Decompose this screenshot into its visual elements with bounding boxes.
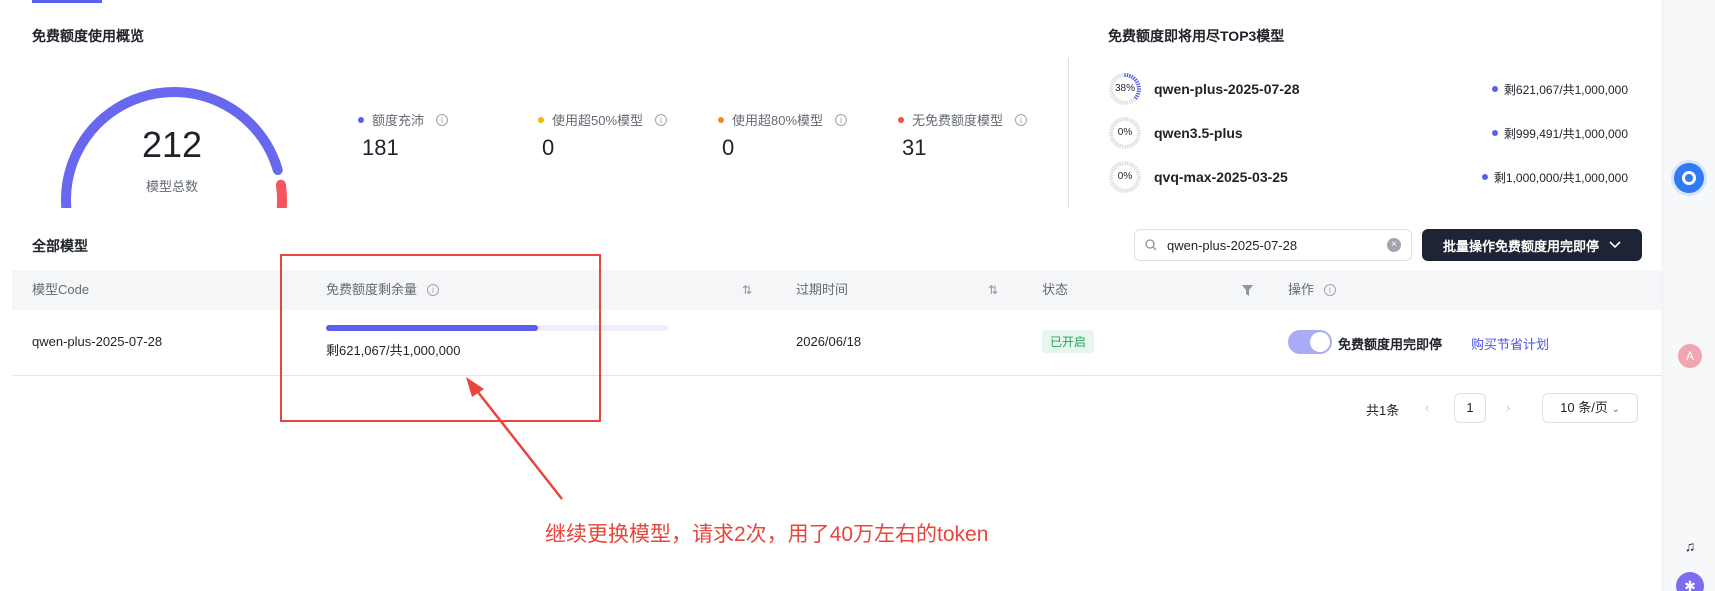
top3-model-name: qwen3.5-plus — [1154, 125, 1243, 141]
divider — [1068, 58, 1069, 208]
status-dot — [898, 116, 904, 123]
next-page-icon[interactable]: › — [1506, 400, 1510, 415]
usage-ring-icon: 38% — [1108, 72, 1142, 106]
buy-savings-plan-link[interactable]: 购买节省计划 — [1471, 334, 1549, 353]
batch-operation-label: 批量操作免费额度用完即停 — [1442, 238, 1599, 254]
filter-icon[interactable] — [1242, 270, 1253, 310]
annotation-text: 继续更换模型，请求2次，用了40万左右的token — [545, 523, 989, 546]
page-number[interactable]: 1 — [1454, 393, 1486, 423]
pagination-total: 共1条 — [1366, 403, 1400, 418]
chevron-down-icon — [1609, 241, 1621, 249]
total-models-value: 212 — [141, 124, 203, 165]
stat-ample: 额度充沛 i 181 — [358, 110, 528, 161]
search-input[interactable]: qwen-plus-2025-07-28 × — [1134, 229, 1412, 261]
usage-ring-icon: 0% — [1108, 116, 1142, 150]
active-tab-indicator — [32, 0, 102, 3]
sort-icon[interactable]: ⇅ — [988, 270, 998, 310]
stat-label: 使用超50%模型 — [552, 113, 644, 128]
column-header-expire: 过期时间 — [796, 282, 849, 297]
cell-expire-date: 2026/06/18 — [796, 334, 862, 349]
stat-over80: 使用超80%模型 i 0 — [718, 110, 888, 161]
sort-icon[interactable]: ⇅ — [742, 270, 752, 310]
info-icon[interactable]: i — [835, 113, 848, 126]
search-value: qwen-plus-2025-07-28 — [1167, 237, 1298, 253]
toggle-knob[interactable] — [1310, 332, 1330, 352]
status-dot — [358, 116, 364, 123]
stat-no-quota: 无免费额度模型 i 31 — [898, 110, 1068, 161]
status-dot — [718, 116, 724, 123]
stat-label: 使用超80%模型 — [732, 113, 824, 128]
annotation-arrow-icon — [466, 377, 563, 500]
top3-model-name: qwen-plus-2025-07-28 — [1154, 81, 1300, 97]
stat-value: 0 — [542, 135, 555, 160]
status-dot — [538, 116, 544, 123]
top3-item[interactable]: 0% qwen3.5-plus 剩999,491/共1,000,000 — [1108, 116, 1628, 150]
status-badge: 已开启 — [1042, 330, 1095, 353]
column-header-status: 状态 — [1042, 282, 1069, 297]
assistant-icon[interactable] — [1674, 163, 1704, 193]
page-size-select[interactable]: 10 条/页 ⌄ — [1542, 393, 1638, 423]
clear-icon[interactable]: × — [1387, 238, 1401, 252]
top3-remain: 剩999,491/共1,000,000 — [1491, 125, 1628, 142]
info-icon[interactable]: i — [1324, 284, 1337, 296]
info-icon[interactable]: i — [436, 113, 449, 126]
stat-label: 无免费额度模型 — [912, 113, 1004, 128]
column-header-code: 模型Code — [32, 282, 90, 297]
top3-item[interactable]: 0% qvq-max-2025-03-25 剩1,000,000/共1,000,… — [1108, 160, 1628, 194]
stat-over50: 使用超50%模型 i 0 — [538, 110, 708, 161]
stat-value: 181 — [362, 135, 399, 160]
info-icon[interactable]: i — [655, 113, 668, 126]
overview-title: 免费额度使用概览 — [32, 28, 144, 44]
translate-icon[interactable]: A — [1678, 344, 1702, 368]
usage-ring-icon: 0% — [1108, 160, 1142, 194]
total-models-label: 模型总数 — [145, 179, 198, 194]
top3-item[interactable]: 38% qwen-plus-2025-07-28 剩621,067/共1,000… — [1108, 72, 1628, 106]
prev-page-icon[interactable]: ‹ — [1425, 400, 1429, 415]
floating-toolbar — [1662, 0, 1715, 591]
column-header-action: 操作 i — [1288, 270, 1337, 310]
toggle-label: 免费额度用完即停 — [1338, 337, 1443, 352]
top3-remain: 剩621,067/共1,000,000 — [1491, 81, 1628, 98]
row-divider — [12, 375, 1662, 376]
headset-icon[interactable]: ♫ — [1680, 538, 1700, 558]
models-title: 全部模型 — [32, 238, 88, 254]
stat-value: 0 — [722, 135, 735, 160]
batch-operation-button[interactable]: 批量操作免费额度用完即停 — [1422, 229, 1642, 261]
stat-value: 31 — [902, 135, 927, 160]
top3-model-name: qvq-max-2025-03-25 — [1154, 169, 1288, 185]
info-icon[interactable]: i — [1015, 113, 1028, 126]
cell-model-code: qwen-plus-2025-07-28 — [32, 334, 163, 349]
top3-title: 免费额度即将用尽TOP3模型 — [1108, 28, 1285, 44]
stat-label: 额度充沛 — [372, 113, 425, 128]
search-icon — [1145, 239, 1157, 251]
top3-remain: 剩1,000,000/共1,000,000 — [1481, 169, 1628, 186]
